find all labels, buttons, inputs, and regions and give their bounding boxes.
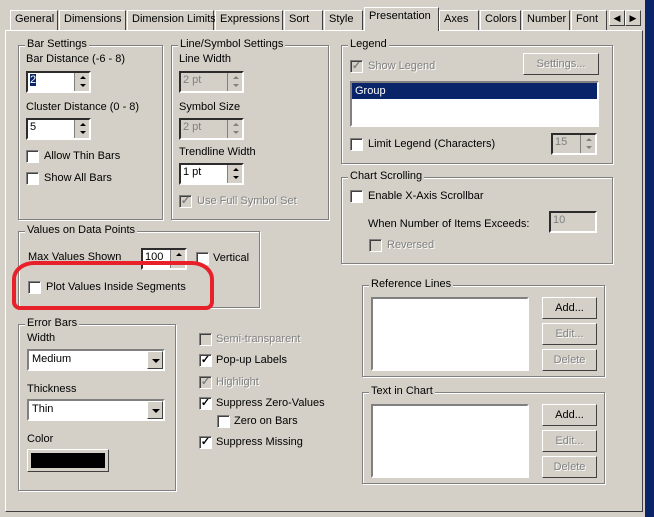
- group-title: Reference Lines: [369, 278, 454, 290]
- window-edge: [645, 0, 654, 517]
- show-all-bars-label: Show All Bars: [44, 172, 112, 184]
- tab-dimensions[interactable]: Dimensions: [59, 10, 126, 30]
- line-width-label: Line Width: [179, 53, 231, 65]
- spinner-arrows-icon[interactable]: [227, 165, 242, 183]
- error-width-value: Medium: [32, 353, 72, 365]
- error-color-button[interactable]: [27, 449, 109, 472]
- tab-expressions[interactable]: Expressions: [215, 10, 283, 30]
- tab-general[interactable]: General: [10, 10, 58, 30]
- popup-labels-checkbox[interactable]: ✓: [199, 354, 212, 367]
- color-swatch: [31, 453, 105, 468]
- tab-scroll-right-button[interactable]: ▶: [625, 10, 641, 26]
- limit-legend-value: 15: [555, 136, 568, 148]
- enable-x-axis-scrollbar-label: Enable X-Axis Scrollbar: [368, 190, 484, 202]
- suppress-zero-values-label: Suppress Zero-Values: [216, 397, 325, 409]
- allow-thin-bars-label: Allow Thin Bars: [44, 150, 121, 162]
- spinner-arrows-icon: [580, 135, 595, 153]
- chevron-down-icon[interactable]: [147, 401, 163, 419]
- bar-distance-label: Bar Distance (-6 - 8): [26, 53, 126, 65]
- legend-settings-button[interactable]: Settings...: [523, 53, 599, 75]
- symbol-size-input[interactable]: 2 pt: [179, 118, 244, 140]
- limit-legend-input[interactable]: 15: [551, 133, 597, 155]
- spinner-arrows-icon: [227, 73, 242, 91]
- show-all-bars-checkbox[interactable]: [26, 172, 39, 185]
- legend-list-item[interactable]: Group: [352, 83, 597, 99]
- chevron-down-icon[interactable]: [147, 351, 163, 369]
- red-highlight-annotation: [12, 261, 214, 310]
- semi-transparent-checkbox[interactable]: [199, 333, 212, 346]
- tab-scroll-left-button[interactable]: ◀: [609, 10, 625, 26]
- trendline-width-value: 1 pt: [183, 166, 202, 178]
- tab-colors[interactable]: Colors: [480, 10, 521, 30]
- group-title: Chart Scrolling: [348, 170, 425, 182]
- when-items-exceed-input[interactable]: 10: [549, 211, 597, 233]
- text-in-chart-list[interactable]: [371, 404, 529, 478]
- tab-number[interactable]: Number: [522, 10, 570, 30]
- group-title: Values on Data Points: [25, 224, 138, 236]
- group-title: Legend: [348, 38, 389, 50]
- tab-presentation[interactable]: Presentation: [364, 7, 439, 31]
- when-items-exceed-value: 10: [553, 214, 566, 226]
- use-full-symbol-set-label: Use Full Symbol Set: [197, 195, 297, 207]
- tab-dimension-limits[interactable]: Dimension Limits: [127, 10, 216, 30]
- reversed-label: Reversed: [387, 239, 435, 251]
- enable-x-axis-scrollbar-checkbox[interactable]: [350, 190, 363, 203]
- bar-distance-input[interactable]: 2: [26, 71, 91, 93]
- thickness-select[interactable]: Thin: [27, 399, 165, 421]
- cluster-distance-value: 5: [30, 121, 37, 133]
- zero-on-bars-label: Zero on Bars: [234, 415, 298, 427]
- spinner-arrows-icon: [227, 120, 242, 138]
- group-title: Error Bars: [25, 317, 80, 329]
- text-in-chart-delete-button[interactable]: Delete: [542, 456, 597, 478]
- show-legend-label: Show Legend: [368, 60, 436, 72]
- thickness-value: Thin: [32, 403, 54, 415]
- legend-list[interactable]: Group: [350, 81, 599, 127]
- show-legend-checkbox[interactable]: ✓: [350, 60, 363, 73]
- cluster-distance-input[interactable]: 5: [26, 118, 91, 140]
- zero-on-bars-checkbox[interactable]: [217, 415, 230, 428]
- cluster-distance-label: Cluster Distance (0 - 8): [26, 101, 140, 113]
- error-width-select[interactable]: Medium: [27, 349, 165, 371]
- suppress-missing-label: Suppress Missing: [216, 436, 303, 448]
- text-in-chart-add-button[interactable]: Add...: [542, 404, 597, 426]
- group-title: Bar Settings: [25, 38, 89, 50]
- popup-labels-label: Pop-up Labels: [216, 354, 287, 366]
- allow-thin-bars-checkbox[interactable]: [26, 150, 39, 163]
- thickness-label: Thickness: [27, 383, 77, 395]
- reference-lines-add-button[interactable]: Add...: [542, 297, 597, 319]
- suppress-zero-values-checkbox[interactable]: ✓: [199, 397, 212, 410]
- tab-style[interactable]: Style: [324, 10, 363, 30]
- limit-legend-label: Limit Legend (Characters): [368, 138, 496, 150]
- error-width-label: Width: [27, 332, 56, 344]
- text-in-chart-edit-button[interactable]: Edit...: [542, 430, 597, 452]
- highlight-label: Highlight: [216, 376, 259, 388]
- bar-distance-value: 2: [30, 74, 37, 86]
- group-title: Line/Symbol Settings: [178, 38, 286, 50]
- line-width-input[interactable]: 2 pt: [179, 71, 244, 93]
- vertical-label: Vertical: [213, 252, 250, 264]
- line-width-value: 2 pt: [183, 74, 202, 86]
- reference-lines-delete-button[interactable]: Delete: [542, 349, 597, 371]
- color-label: Color: [27, 433, 54, 445]
- trendline-width-label: Trendline Width: [179, 146, 256, 158]
- trendline-width-input[interactable]: 1 pt: [179, 163, 244, 185]
- reversed-checkbox[interactable]: [369, 239, 382, 252]
- reference-lines-edit-button[interactable]: Edit...: [542, 323, 597, 345]
- spinner-arrows-icon[interactable]: [74, 120, 89, 138]
- tab-sort[interactable]: Sort: [284, 10, 323, 30]
- suppress-missing-checkbox[interactable]: ✓: [199, 436, 212, 449]
- symbol-size-value: 2 pt: [183, 121, 202, 133]
- tab-axes[interactable]: Axes: [439, 10, 479, 30]
- use-full-symbol-set-checkbox[interactable]: ✓: [179, 195, 192, 208]
- tab-font[interactable]: Font: [571, 10, 607, 30]
- when-items-exceed-label: When Number of Items Exceeds:: [368, 218, 530, 230]
- group-title: Text in Chart: [369, 385, 435, 397]
- spinner-arrows-icon[interactable]: [74, 73, 89, 91]
- reference-lines-list[interactable]: [371, 297, 529, 371]
- symbol-size-label: Symbol Size: [179, 101, 241, 113]
- semi-transparent-label: Semi-transparent: [216, 333, 301, 345]
- limit-legend-checkbox[interactable]: [350, 138, 363, 151]
- highlight-checkbox[interactable]: ✓: [199, 376, 212, 389]
